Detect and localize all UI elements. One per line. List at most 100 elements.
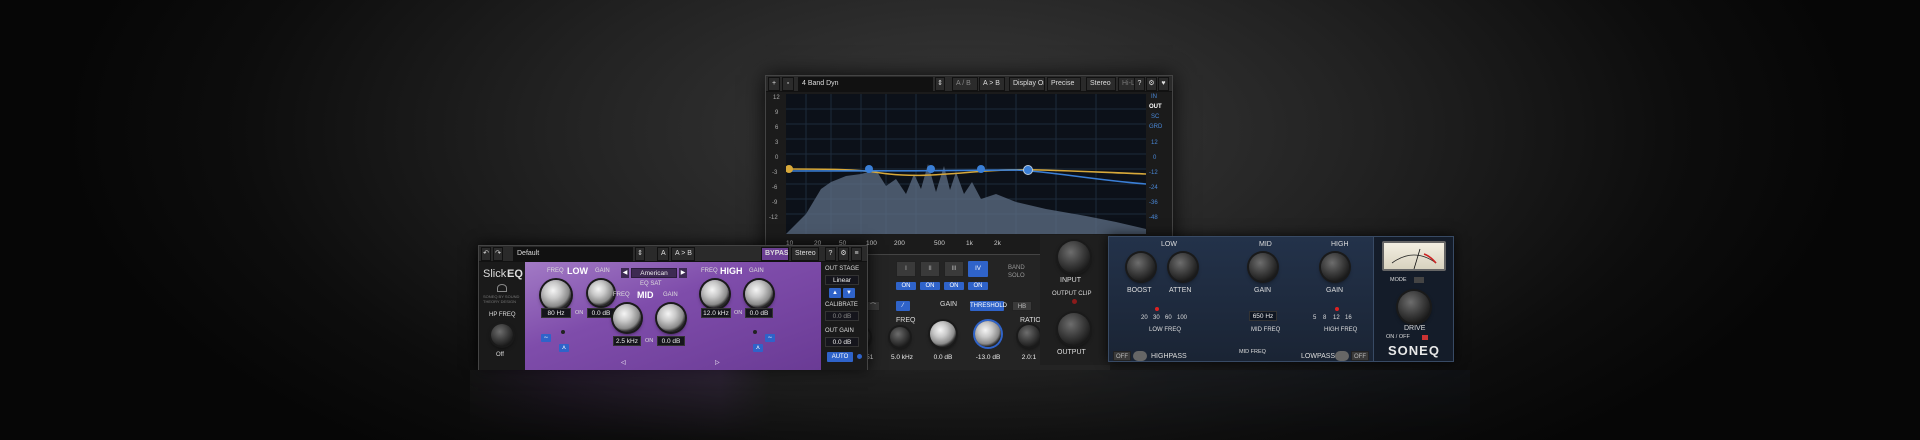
nav-arrow-right-icon[interactable]: ▷ [715, 360, 721, 366]
lowpass-toggle-icon[interactable] [1335, 351, 1349, 361]
shape-active-button[interactable]: ⁄ [896, 301, 910, 311]
preset-arrows-icon[interactable]: ⇕ [935, 77, 945, 91]
high-freq-value[interactable]: 12.0 kHz [701, 308, 731, 318]
band-on-button[interactable]: ON [968, 282, 988, 290]
low-gain-knob[interactable] [588, 280, 614, 306]
dyn-freq-knob[interactable] [890, 327, 910, 347]
low-freq-option[interactable]: 30 [1153, 315, 1160, 321]
slick-stereo-select[interactable]: Stereo [791, 247, 819, 261]
highpass-off-button[interactable]: OFF [1113, 351, 1131, 361]
slick-ab-copy-button[interactable]: A > B [671, 247, 695, 261]
band-on-button[interactable]: ON [920, 282, 940, 290]
mid-gain-value[interactable]: 0.0 dB [657, 336, 685, 346]
high-freq-option[interactable]: 8 [1323, 315, 1326, 321]
high-freq-option[interactable]: 16 [1345, 315, 1352, 321]
mid-freq-display[interactable]: 650 Hz [1249, 311, 1277, 321]
dyn-gain-value[interactable]: 0.0 dB [928, 353, 958, 363]
shape-button[interactable]: ⌒ [866, 301, 880, 311]
band-node-2[interactable] [927, 165, 935, 173]
drive-on-led[interactable] [1422, 335, 1428, 340]
slick-bypass-button[interactable]: BYPASS [761, 247, 789, 261]
drive-knob[interactable] [1398, 291, 1430, 323]
low-shelf-button[interactable]: ∼ [541, 334, 551, 342]
high-freq-option[interactable]: 5 [1313, 315, 1316, 321]
high-gain-value[interactable]: 0.0 dB [745, 308, 773, 318]
high-bell-button[interactable]: ⋏ [753, 344, 763, 352]
ratio-knob[interactable] [1018, 325, 1040, 347]
low-freq-option[interactable]: 60 [1165, 315, 1172, 321]
low-gain-value[interactable]: 0.0 dB [587, 308, 615, 318]
threshold-button[interactable]: THRESHOLD [970, 301, 1007, 311]
boost-knob[interactable] [1127, 253, 1155, 281]
lowpass-off-button[interactable]: OFF [1351, 351, 1369, 361]
low-freq-option[interactable]: 100 [1177, 315, 1187, 321]
redo-icon[interactable]: ↷ [493, 247, 503, 261]
undo-icon[interactable]: ↶ [481, 247, 491, 261]
low-freq-value[interactable]: 80 Hz [541, 308, 571, 318]
help-button[interactable]: ? [1134, 77, 1145, 91]
mid-gain-knob[interactable] [1249, 253, 1277, 281]
display-toggle-button[interactable]: Display On [1009, 77, 1045, 91]
slick-preset-arrows-icon[interactable]: ⇕ [635, 247, 645, 261]
band-button-iii[interactable]: III [944, 261, 964, 277]
band-node-low[interactable] [786, 165, 793, 173]
highpass-toggle-icon[interactable] [1133, 351, 1147, 361]
mid-gain-knob[interactable] [657, 304, 685, 332]
slick-help-button[interactable]: ? [825, 247, 836, 261]
atten-knob[interactable] [1169, 253, 1197, 281]
out-gain-value[interactable]: 0.0 dB [825, 337, 859, 347]
out-stage-down-button[interactable]: ▼ [843, 288, 855, 298]
out-stage-select[interactable]: Linear [825, 275, 859, 285]
calibrate-value[interactable]: 0.0 dB [825, 311, 859, 321]
dyn-toolbar: + ▫ 4 Band Dyn ⇕ A / B A > B Display On … [766, 76, 1172, 92]
out-stage-up-button[interactable]: ▲ [829, 288, 841, 298]
preset-menu-icon[interactable]: ▫ [782, 77, 794, 91]
settings-gear-icon[interactable]: ⚙ [1146, 77, 1157, 91]
mid-freq-value[interactable]: 2.5 kHz [613, 336, 641, 346]
slick-menu-icon[interactable]: ≡ [851, 247, 862, 261]
hp-freq-knob[interactable] [491, 324, 513, 346]
dyn-freq-value[interactable]: 5.0 kHz [888, 353, 916, 363]
band-on-button[interactable]: ON [896, 282, 916, 290]
high-shelf-button[interactable]: ∼ [765, 334, 775, 342]
heart-icon[interactable]: ♥ [1158, 77, 1169, 91]
band-on-button[interactable]: ON [944, 282, 964, 290]
mode-select[interactable]: Precise [1047, 77, 1081, 91]
band-button-ii[interactable]: II [920, 261, 940, 277]
high-freq-knob[interactable] [701, 280, 729, 308]
band-button-iv[interactable]: IV [968, 261, 988, 277]
band-button-i[interactable]: I [896, 261, 916, 277]
band-node-3[interactable] [977, 165, 985, 173]
nav-arrow-left-icon[interactable]: ◁ [621, 360, 627, 366]
mode-switch[interactable] [1414, 277, 1424, 283]
slick-settings-gear-icon[interactable]: ⚙ [838, 247, 849, 261]
stereo-select[interactable]: Stereo [1086, 77, 1116, 91]
band-node-1[interactable] [865, 165, 873, 173]
eq-model-next-icon[interactable]: ▶ [679, 268, 687, 278]
band-node-4[interactable] [1023, 165, 1033, 175]
input-knob[interactable] [1058, 241, 1090, 273]
slick-preset-field[interactable]: Default [513, 247, 633, 261]
high-freq-option[interactable]: 12 [1333, 315, 1340, 321]
eq-graph[interactable] [786, 94, 1146, 234]
hb-button[interactable]: HB [1012, 301, 1032, 311]
low-freq-knob[interactable] [541, 280, 571, 310]
dyn-gain-knob[interactable] [930, 321, 956, 347]
high-gain-knob[interactable] [745, 280, 773, 308]
mid-freq-knob[interactable] [613, 304, 641, 332]
preset-name-field[interactable]: 4 Band Dyn [798, 77, 933, 91]
low-bell-button[interactable]: ⋏ [559, 344, 569, 352]
threshold-value[interactable]: -13.0 dB [970, 353, 1006, 363]
ab-toggle-button[interactable]: A / B [952, 77, 978, 91]
eq-model-select[interactable]: American [631, 268, 677, 278]
eq-model-prev-icon[interactable]: ◀ [621, 268, 629, 278]
auto-button[interactable]: AUTO [827, 352, 853, 362]
threshold-knob[interactable] [975, 321, 1001, 347]
slick-a-button[interactable]: A [657, 247, 669, 261]
ab-copy-button[interactable]: A > B [979, 77, 1005, 91]
high-gain-knob[interactable] [1321, 253, 1349, 281]
output-knob[interactable] [1058, 313, 1090, 345]
ratio-value[interactable]: 2.0:1 [1015, 353, 1043, 363]
add-icon[interactable]: + [768, 77, 780, 91]
low-freq-option[interactable]: 20 [1141, 315, 1148, 321]
